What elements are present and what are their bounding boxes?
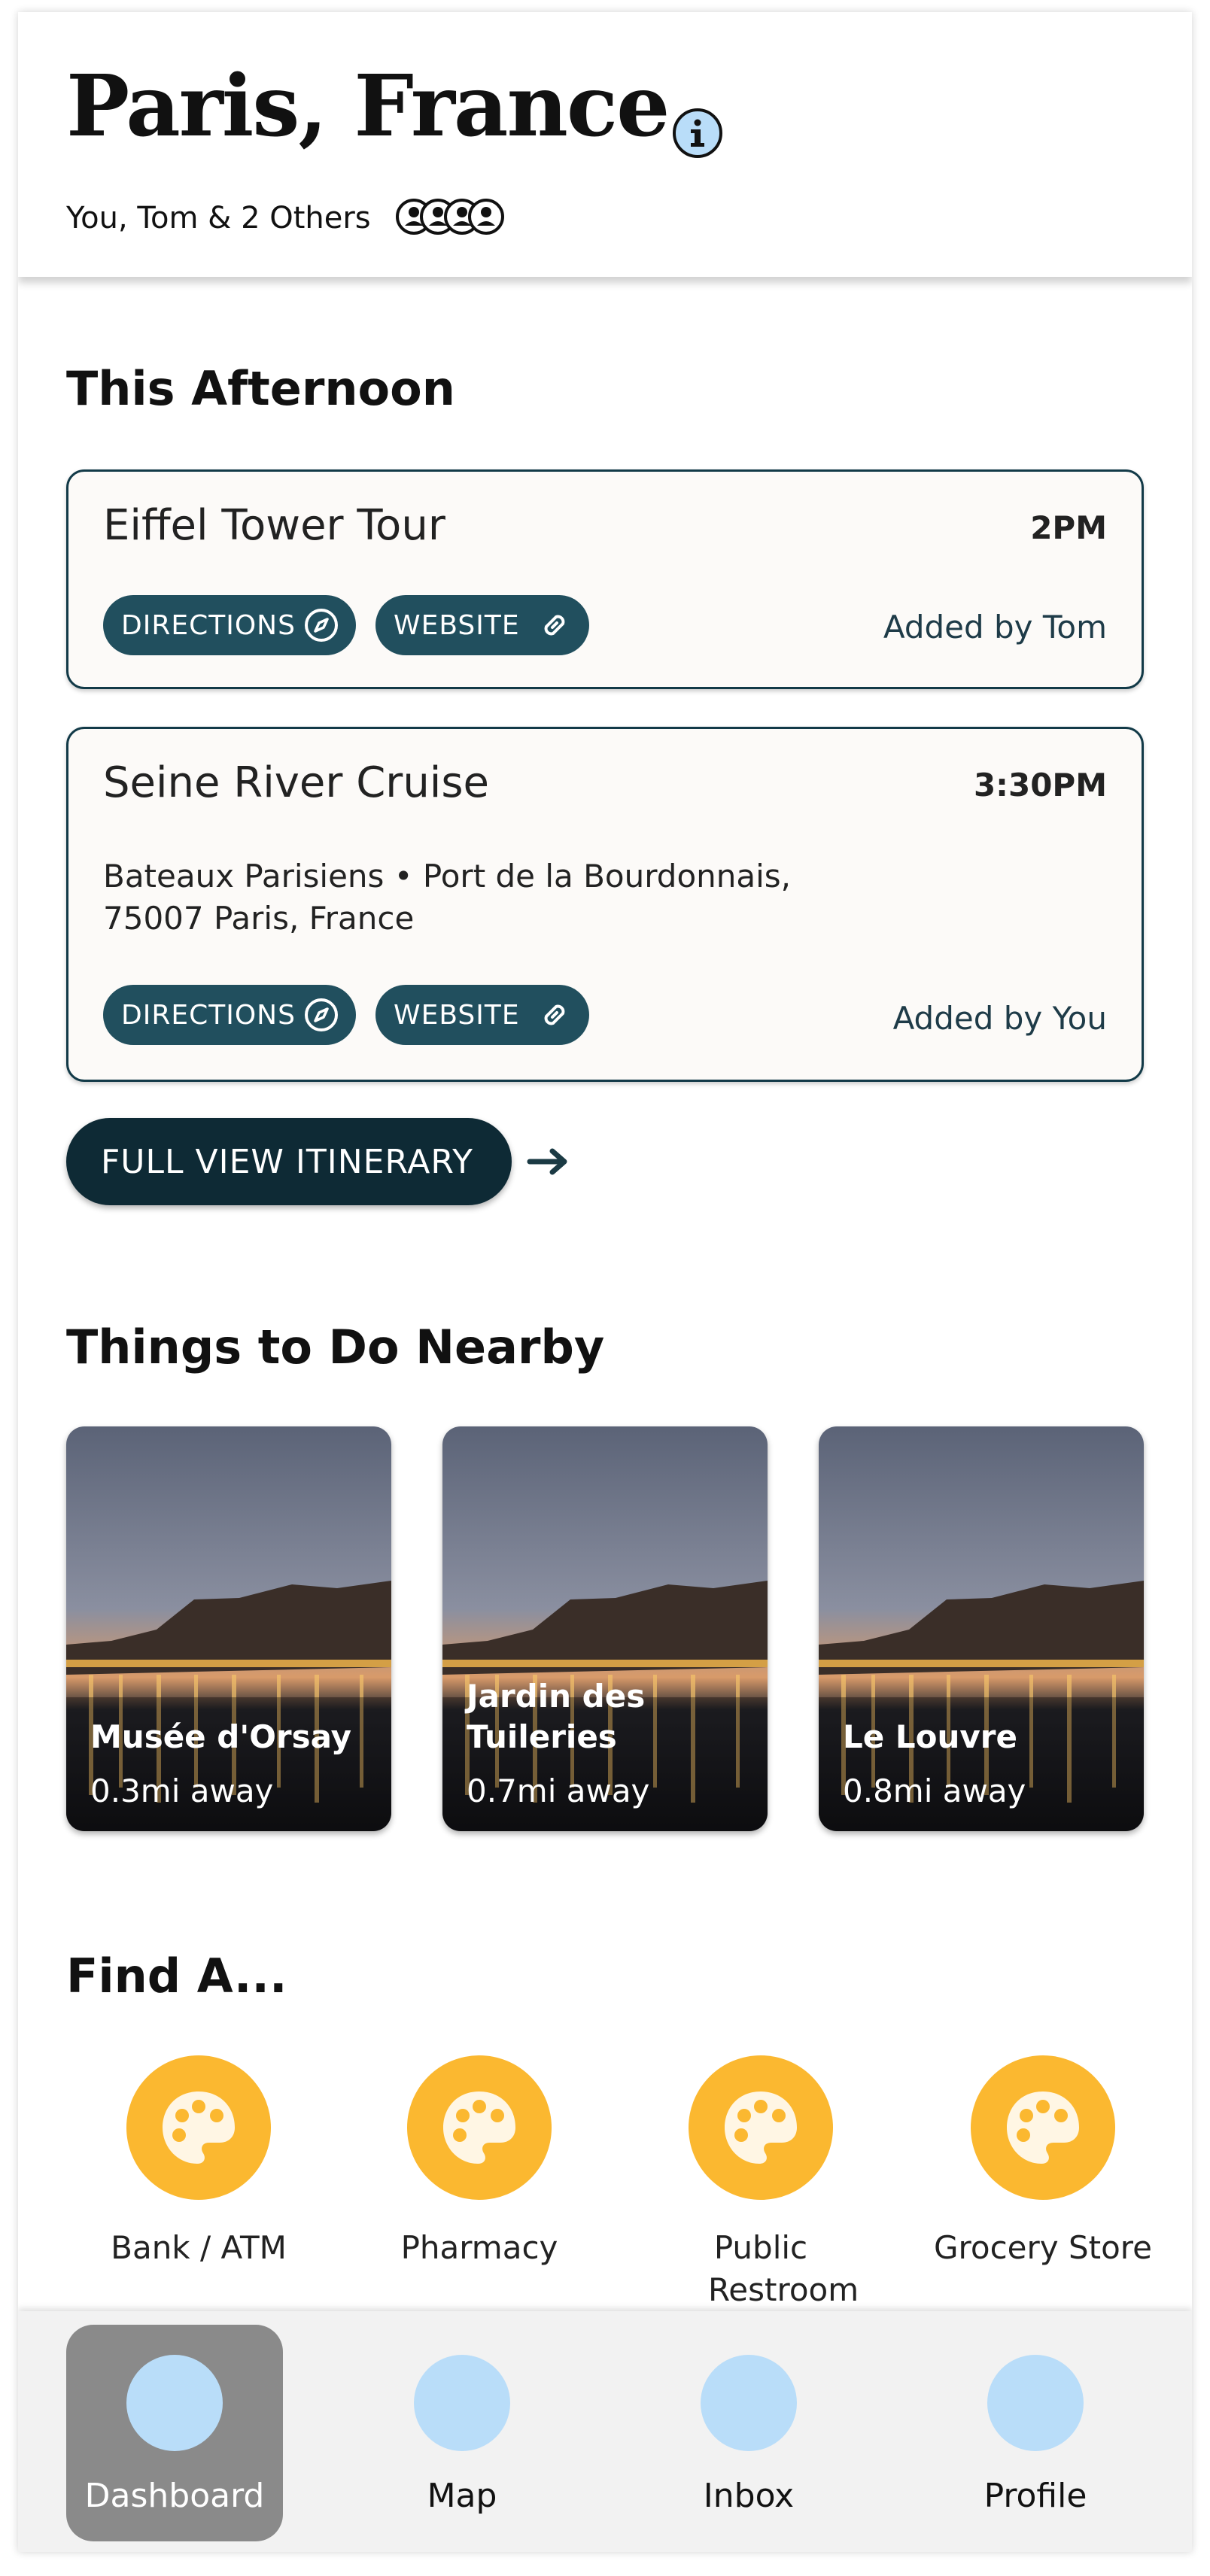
dashboard-icon	[126, 2355, 223, 2451]
find-pharmacy[interactable]: Pharmacy	[355, 2055, 603, 2311]
find-bank-atm[interactable]: Bank / ATM	[74, 2055, 323, 2311]
find-circle	[689, 2055, 833, 2200]
place-distance: 0.8mi away	[843, 1773, 1026, 1809]
trip-header: Paris, France You, Tom & 2 Others	[18, 12, 1192, 277]
website-label: WEBSITE	[394, 609, 520, 641]
find-label: Pharmacy	[400, 2229, 558, 2266]
find-label: Bank / ATM	[111, 2229, 287, 2266]
section-heading-afternoon: This Afternoon	[66, 361, 455, 416]
place-name: Musée d'Orsay	[90, 1718, 352, 1755]
added-by: Added by You	[892, 1000, 1107, 1037]
find-circle	[126, 2055, 271, 2200]
nearby-card[interactable]: Musée d'Orsay 0.3mi away	[66, 1426, 391, 1831]
info-icon[interactable]	[671, 107, 724, 159]
nav-map[interactable]: Map	[354, 2325, 570, 2541]
section-heading-nearby: Things to Do Nearby	[66, 1320, 605, 1375]
directions-button[interactable]: DIRECTIONS	[103, 985, 356, 1045]
nav-profile[interactable]: Profile	[927, 2325, 1144, 2541]
find-circle	[971, 2055, 1115, 2200]
website-button[interactable]: WEBSITE	[375, 595, 589, 655]
place-photo	[66, 1426, 391, 1831]
event-title: Eiffel Tower Tour	[103, 501, 445, 550]
place-distance: 0.7mi away	[467, 1773, 650, 1809]
event-address-line: 75007 Paris, France	[103, 900, 415, 937]
find-label: Public Restroom	[708, 2229, 859, 2308]
arrow-right-icon	[527, 1148, 567, 1175]
palette-icon	[163, 2091, 235, 2164]
compass-icon	[305, 998, 338, 1031]
nav-dashboard[interactable]: Dashboard	[66, 2325, 283, 2541]
palette-icon	[1007, 2091, 1079, 2164]
nearby-card[interactable]: Jardin des Tuileries 0.7mi away	[442, 1426, 768, 1831]
section-heading-find: Find A...	[66, 1949, 287, 2003]
group-avatars-icon[interactable]	[394, 197, 507, 236]
place-distance: 0.3mi away	[90, 1773, 274, 1809]
link-icon	[544, 1004, 565, 1025]
event-card[interactable]: Seine River Cruise 3:30PM Bateaux Parisi…	[66, 727, 1144, 1082]
event-title: Seine River Cruise	[103, 758, 489, 807]
place-photo	[442, 1426, 768, 1831]
nav-label: Inbox	[703, 2477, 795, 2515]
event-card[interactable]: Eiffel Tower Tour 2PM DIRECTIONS WEBSITE…	[66, 469, 1144, 689]
find-circle	[407, 2055, 552, 2200]
directions-label: DIRECTIONS	[121, 609, 296, 641]
place-name: Jardin des Tuileries	[467, 1678, 646, 1755]
link-icon	[544, 615, 565, 636]
directions-label: DIRECTIONS	[121, 999, 296, 1031]
nav-label: Profile	[984, 2477, 1087, 2515]
palette-icon	[725, 2091, 797, 2164]
place-photo	[819, 1426, 1144, 1831]
nav-inbox[interactable]: Inbox	[640, 2325, 857, 2541]
palette-icon	[443, 2091, 515, 2164]
nav-label: Dashboard	[84, 2477, 265, 2515]
place-name: Le Louvre	[843, 1718, 1017, 1755]
event-address: Bateaux Parisiens • Port de la Bourdonna…	[103, 855, 791, 940]
find-grocery-store[interactable]: Grocery Store	[919, 2055, 1167, 2311]
event-time: 2PM	[1030, 509, 1107, 546]
inbox-icon	[701, 2355, 797, 2451]
full-view-itinerary-label: FULL VIEW ITINERARY	[101, 1142, 473, 1181]
event-address-line: Bateaux Parisiens • Port de la Bourdonna…	[103, 858, 792, 895]
website-label: WEBSITE	[394, 999, 520, 1031]
added-by: Added by Tom	[883, 609, 1107, 646]
directions-button[interactable]: DIRECTIONS	[103, 595, 356, 655]
app-screen: Paris, France You, Tom & 2 Others This A…	[18, 12, 1192, 2552]
bottom-nav: Dashboard Map Inbox Profile	[18, 2311, 1192, 2552]
full-view-itinerary-button[interactable]: FULL VIEW ITINERARY	[66, 1118, 567, 1205]
page-title: Paris, France	[66, 57, 670, 156]
find-public-restroom[interactable]: Public Restroom	[637, 2055, 885, 2311]
nav-label: Map	[427, 2477, 497, 2515]
travelers-text: You, Tom & 2 Others	[66, 201, 371, 235]
compass-icon	[305, 609, 338, 642]
find-label: Grocery Store	[933, 2229, 1152, 2266]
website-button[interactable]: WEBSITE	[375, 985, 589, 1045]
event-time: 3:30PM	[973, 767, 1107, 803]
map-icon	[414, 2355, 510, 2451]
profile-icon	[987, 2355, 1084, 2451]
nearby-card[interactable]: Le Louvre 0.8mi away	[819, 1426, 1144, 1831]
